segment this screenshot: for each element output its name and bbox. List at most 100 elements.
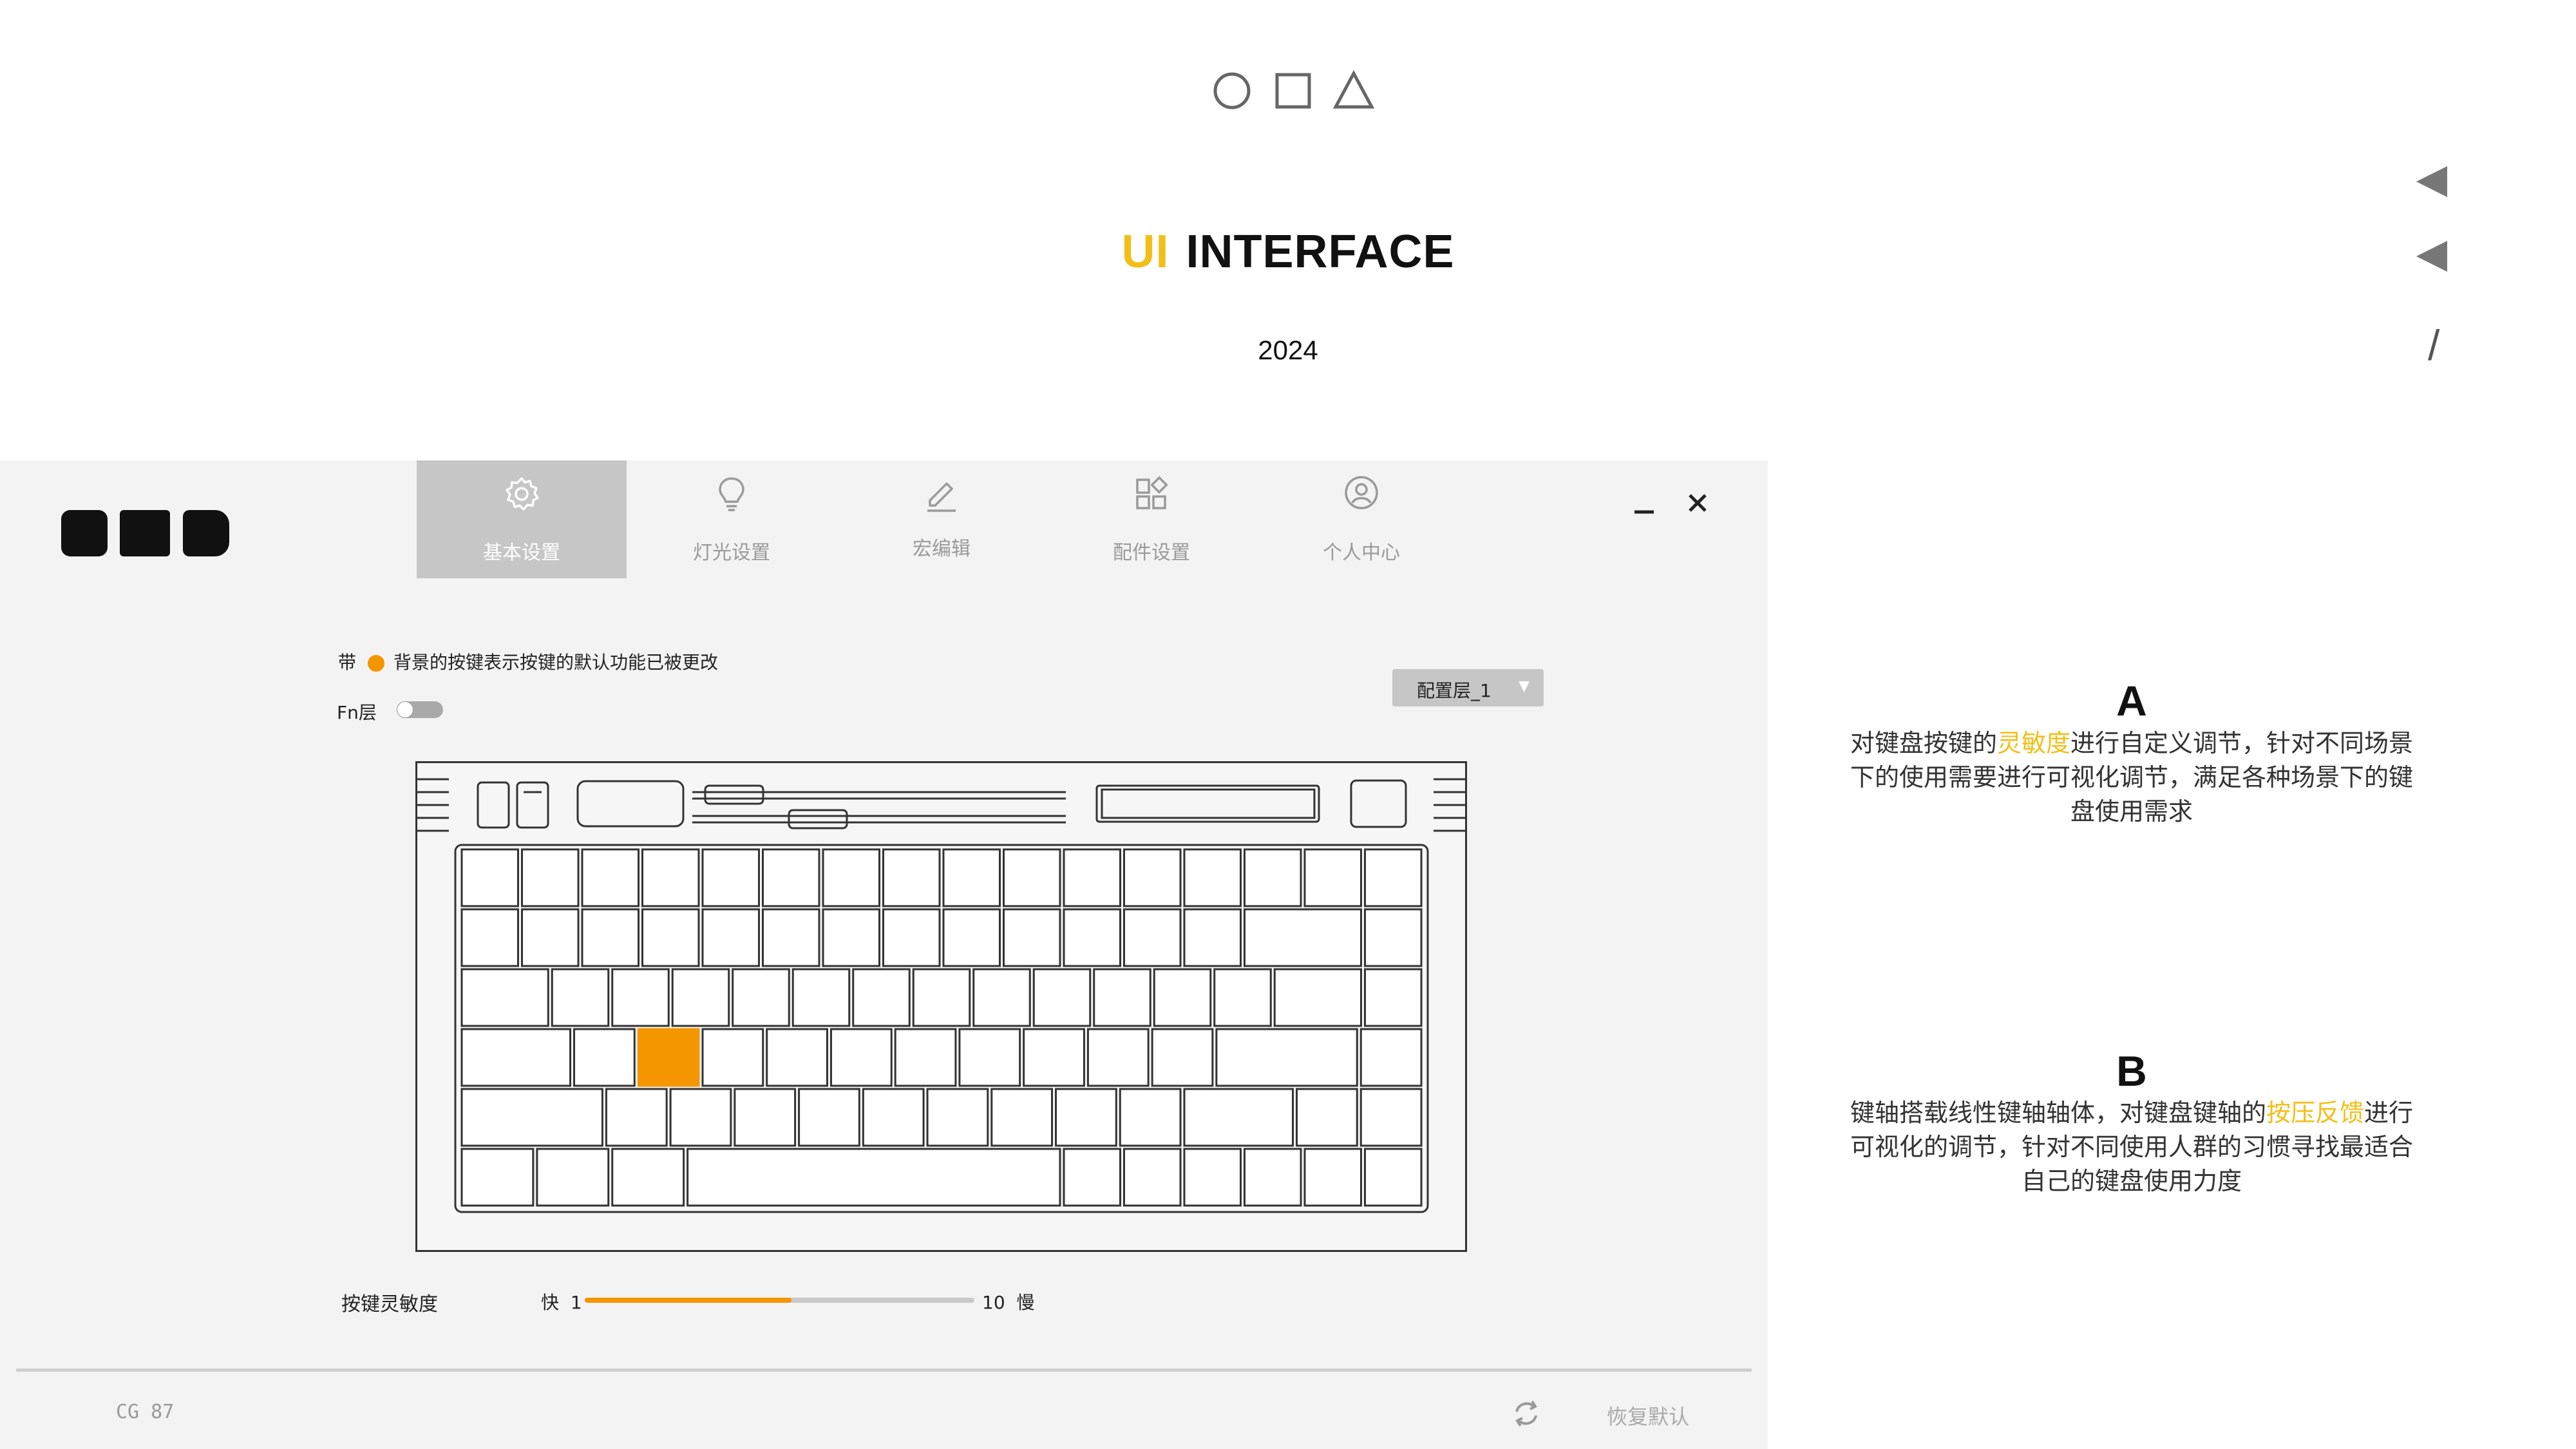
keyboard-key[interactable] xyxy=(1093,968,1151,1027)
keyboard-key[interactable] xyxy=(798,1088,860,1147)
fn-layer-toggle[interactable] xyxy=(397,701,443,718)
keyboard-key[interactable] xyxy=(551,968,610,1027)
keyboard-key-modified[interactable] xyxy=(637,1028,700,1087)
keyboard-key[interactable] xyxy=(521,848,580,907)
keyboard-key[interactable] xyxy=(829,1028,893,1087)
keyboard-key[interactable] xyxy=(1213,968,1272,1027)
keyboard-key[interactable] xyxy=(1244,908,1362,967)
keyboard-key[interactable] xyxy=(1055,1088,1117,1147)
keyboard-key[interactable] xyxy=(791,968,851,1027)
keyboard-key[interactable] xyxy=(1183,848,1242,907)
keyboard-key[interactable] xyxy=(1023,1028,1085,1087)
keyboard-key[interactable] xyxy=(1215,1028,1358,1087)
keyboard-key[interactable] xyxy=(460,1088,603,1147)
keyboard-key[interactable] xyxy=(1063,908,1121,967)
keyboard-key[interactable] xyxy=(1003,848,1061,907)
keyboard-key[interactable] xyxy=(573,1028,636,1087)
keyboard-key[interactable] xyxy=(732,968,790,1027)
keyboard-key[interactable] xyxy=(460,908,519,967)
toggle-knob xyxy=(397,701,413,718)
keyboard-key[interactable] xyxy=(1244,1148,1302,1207)
keyboard-key[interactable] xyxy=(822,908,880,967)
profile-select[interactable]: 配置层_1 ▼ xyxy=(1392,669,1544,706)
slash-mark: / xyxy=(2428,321,2440,369)
keyboard-key[interactable] xyxy=(1123,848,1182,907)
keyboard-key[interactable] xyxy=(581,848,639,907)
tab-macro-edit[interactable]: 宏编辑 xyxy=(837,460,1046,578)
keyboard-key[interactable] xyxy=(822,848,880,907)
keyboard-key[interactable] xyxy=(912,968,971,1027)
keyboard-key[interactable] xyxy=(701,1028,764,1087)
keyboard-key[interactable] xyxy=(972,968,1031,1027)
keyboard-key[interactable] xyxy=(605,1088,668,1147)
keyboard-key[interactable] xyxy=(1303,1148,1362,1207)
keyboard-key[interactable] xyxy=(1183,1148,1242,1207)
keyboard-key[interactable] xyxy=(894,1028,957,1087)
keyboard-key[interactable] xyxy=(1119,1088,1182,1147)
keyboard-key[interactable] xyxy=(882,908,941,967)
keyboard-key[interactable] xyxy=(990,1088,1054,1147)
keyboard-key[interactable] xyxy=(611,968,670,1027)
keyboard-key[interactable] xyxy=(1364,848,1423,907)
keyboard-key[interactable] xyxy=(669,1088,732,1147)
keyboard-key[interactable] xyxy=(766,1028,828,1087)
keyboard-key[interactable] xyxy=(460,968,549,1027)
keyboard-key[interactable] xyxy=(882,848,941,907)
keyboard-key[interactable] xyxy=(460,1028,572,1087)
keyboard-key[interactable] xyxy=(1032,968,1092,1027)
keyboard-key[interactable] xyxy=(521,908,580,967)
keyboard-key[interactable] xyxy=(862,1088,925,1147)
keyboard-key[interactable] xyxy=(1183,908,1242,967)
sensitivity-slider-fill xyxy=(585,1298,791,1303)
keyboard-key[interactable] xyxy=(1123,908,1182,967)
keyboard-key[interactable] xyxy=(1364,1148,1423,1207)
tab-lighting-settings[interactable]: 灯光设置 xyxy=(627,460,837,578)
keyboard-key[interactable] xyxy=(536,1148,610,1207)
keyboard-key[interactable] xyxy=(611,1148,685,1207)
keyboard-key[interactable] xyxy=(1359,1088,1423,1147)
keyboard-key[interactable] xyxy=(942,848,1001,907)
keyboard-key[interactable] xyxy=(958,1028,1021,1087)
keyboard-key[interactable] xyxy=(1183,1088,1294,1147)
keyboard-key[interactable] xyxy=(734,1088,797,1147)
keyboard-key[interactable] xyxy=(1003,908,1061,967)
text-span: 对键盘按键的 xyxy=(1850,729,1997,757)
keyboard-key[interactable] xyxy=(1303,848,1362,907)
tab-personal-center[interactable]: 个人中心 xyxy=(1256,460,1466,578)
refresh-icon[interactable] xyxy=(1510,1397,1542,1430)
sensitivity-slider[interactable] xyxy=(585,1298,974,1303)
keyboard-key[interactable] xyxy=(1364,968,1423,1027)
keyboard-key[interactable] xyxy=(1086,1028,1150,1087)
keyboard-key[interactable] xyxy=(1273,968,1362,1027)
minimize-icon[interactable] xyxy=(1633,493,1655,515)
tab-accessory-settings[interactable]: 配件设置 xyxy=(1046,460,1256,578)
keyboard-key[interactable] xyxy=(1063,848,1121,907)
keyboard-key[interactable] xyxy=(671,968,730,1027)
keyboard-key[interactable] xyxy=(1123,1148,1182,1207)
close-icon[interactable] xyxy=(1685,490,1710,516)
keyboard-key[interactable] xyxy=(1359,1028,1423,1087)
keyboard-key[interactable] xyxy=(460,848,519,907)
keyboard-key[interactable] xyxy=(762,848,820,907)
gear-icon xyxy=(506,477,539,511)
keyboard-key[interactable] xyxy=(1153,968,1212,1027)
fast-text: 快 xyxy=(541,1292,560,1313)
keyboard-key[interactable] xyxy=(701,848,760,907)
keyboard-key[interactable] xyxy=(1063,1148,1121,1207)
keyboard-key[interactable] xyxy=(641,848,700,907)
keyboard-key[interactable] xyxy=(460,1148,535,1207)
keyboard-key[interactable] xyxy=(762,908,820,967)
tab-basic-settings[interactable]: 基本设置 xyxy=(417,460,627,578)
keyboard-key[interactable] xyxy=(641,908,700,967)
keyboard-key[interactable] xyxy=(942,908,1001,967)
keyboard-key[interactable] xyxy=(687,1148,1061,1207)
keyboard-key[interactable] xyxy=(701,908,760,967)
keyboard-key[interactable] xyxy=(852,968,911,1027)
keyboard-key[interactable] xyxy=(1151,1028,1214,1087)
keyboard-key[interactable] xyxy=(926,1088,989,1147)
keyboard-key[interactable] xyxy=(581,908,639,967)
restore-default-button[interactable]: 恢复默认 xyxy=(1607,1401,1689,1430)
keyboard-key[interactable] xyxy=(1244,848,1302,907)
keyboard-key[interactable] xyxy=(1364,908,1423,967)
keyboard-key[interactable] xyxy=(1296,1088,1358,1147)
